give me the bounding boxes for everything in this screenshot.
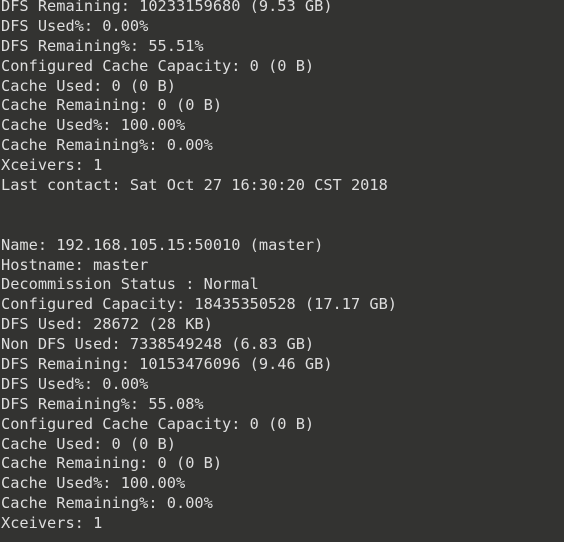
terminal-line: Cache Used: 0 (0 B) <box>1 76 176 95</box>
terminal-line: Cache Remaining%: 0.00% <box>1 494 213 513</box>
terminal-line: Configured Cache Capacity: 0 (0 B) <box>1 414 315 433</box>
terminal-line: Cache Used%: 100.00% <box>1 116 186 135</box>
terminal-line: Hostname: master <box>1 255 149 274</box>
terminal-line: Xceivers: 1 <box>1 156 103 175</box>
terminal-line: Cache Used%: 100.00% <box>1 474 186 493</box>
terminal-line: DFS Remaining%: 55.51% <box>1 36 204 55</box>
terminal-line: Cache Used: 0 (0 B) <box>1 434 176 453</box>
terminal-line: Configured Cache Capacity: 0 (0 B) <box>1 56 315 75</box>
terminal-line: Cache Remaining: 0 (0 B) <box>1 454 223 473</box>
terminal-line: DFS Remaining: 10233159680 (9.53 GB) <box>1 0 333 15</box>
terminal-line: DFS Used%: 0.00% <box>1 374 149 393</box>
terminal-line: Last contact: Sat Oct 27 16:30:20 CST 20… <box>1 176 388 195</box>
terminal-window[interactable]: DFS Remaining: 10233159680 (9.53 GB) DFS … <box>0 0 564 542</box>
terminal-output[interactable]: DFS Remaining: 10233159680 (9.53 GB) DFS … <box>0 0 564 535</box>
terminal-line: DFS Remaining: 10153476096 (9.46 GB) <box>1 355 333 374</box>
terminal-line: Configured Capacity: 18435350528 (17.17 … <box>1 295 398 314</box>
terminal-line: DFS Used: 28672 (28 KB) <box>1 315 213 334</box>
terminal-line: DFS Used%: 0.00% <box>1 16 149 35</box>
terminal-line: Cache Remaining%: 0.00% <box>1 136 213 155</box>
terminal-line: Name: 192.168.105.15:50010 (master) <box>1 235 324 254</box>
terminal-line: Xceivers: 1 <box>1 514 103 533</box>
terminal-line: Cache Remaining: 0 (0 B) <box>1 96 223 115</box>
terminal-line: Decommission Status : Normal <box>1 275 259 294</box>
terminal-line: DFS Remaining%: 55.08% <box>1 394 204 413</box>
terminal-line: Non DFS Used: 7338549248 (6.83 GB) <box>1 335 315 354</box>
